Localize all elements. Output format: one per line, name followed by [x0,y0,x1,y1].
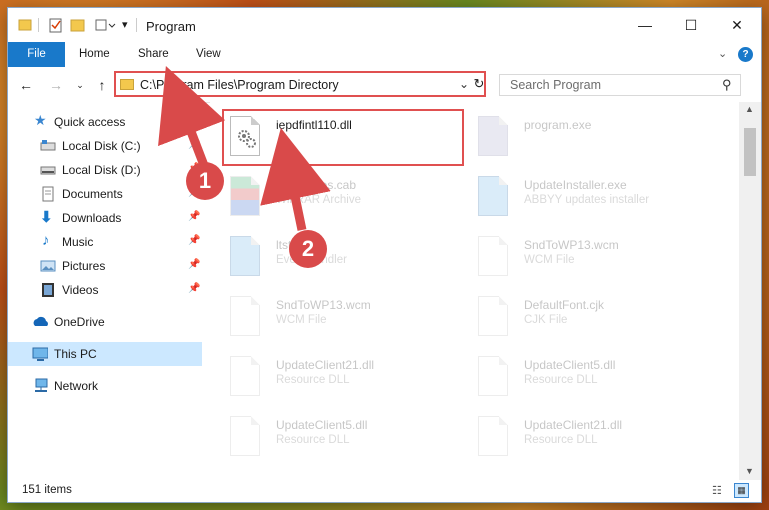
step1-arrow [158,65,226,170]
step2-badge: 2 [289,230,327,268]
step1-badge: 1 [186,162,224,200]
step2-arrow [260,127,331,231]
annotation-arrows [158,65,331,231]
